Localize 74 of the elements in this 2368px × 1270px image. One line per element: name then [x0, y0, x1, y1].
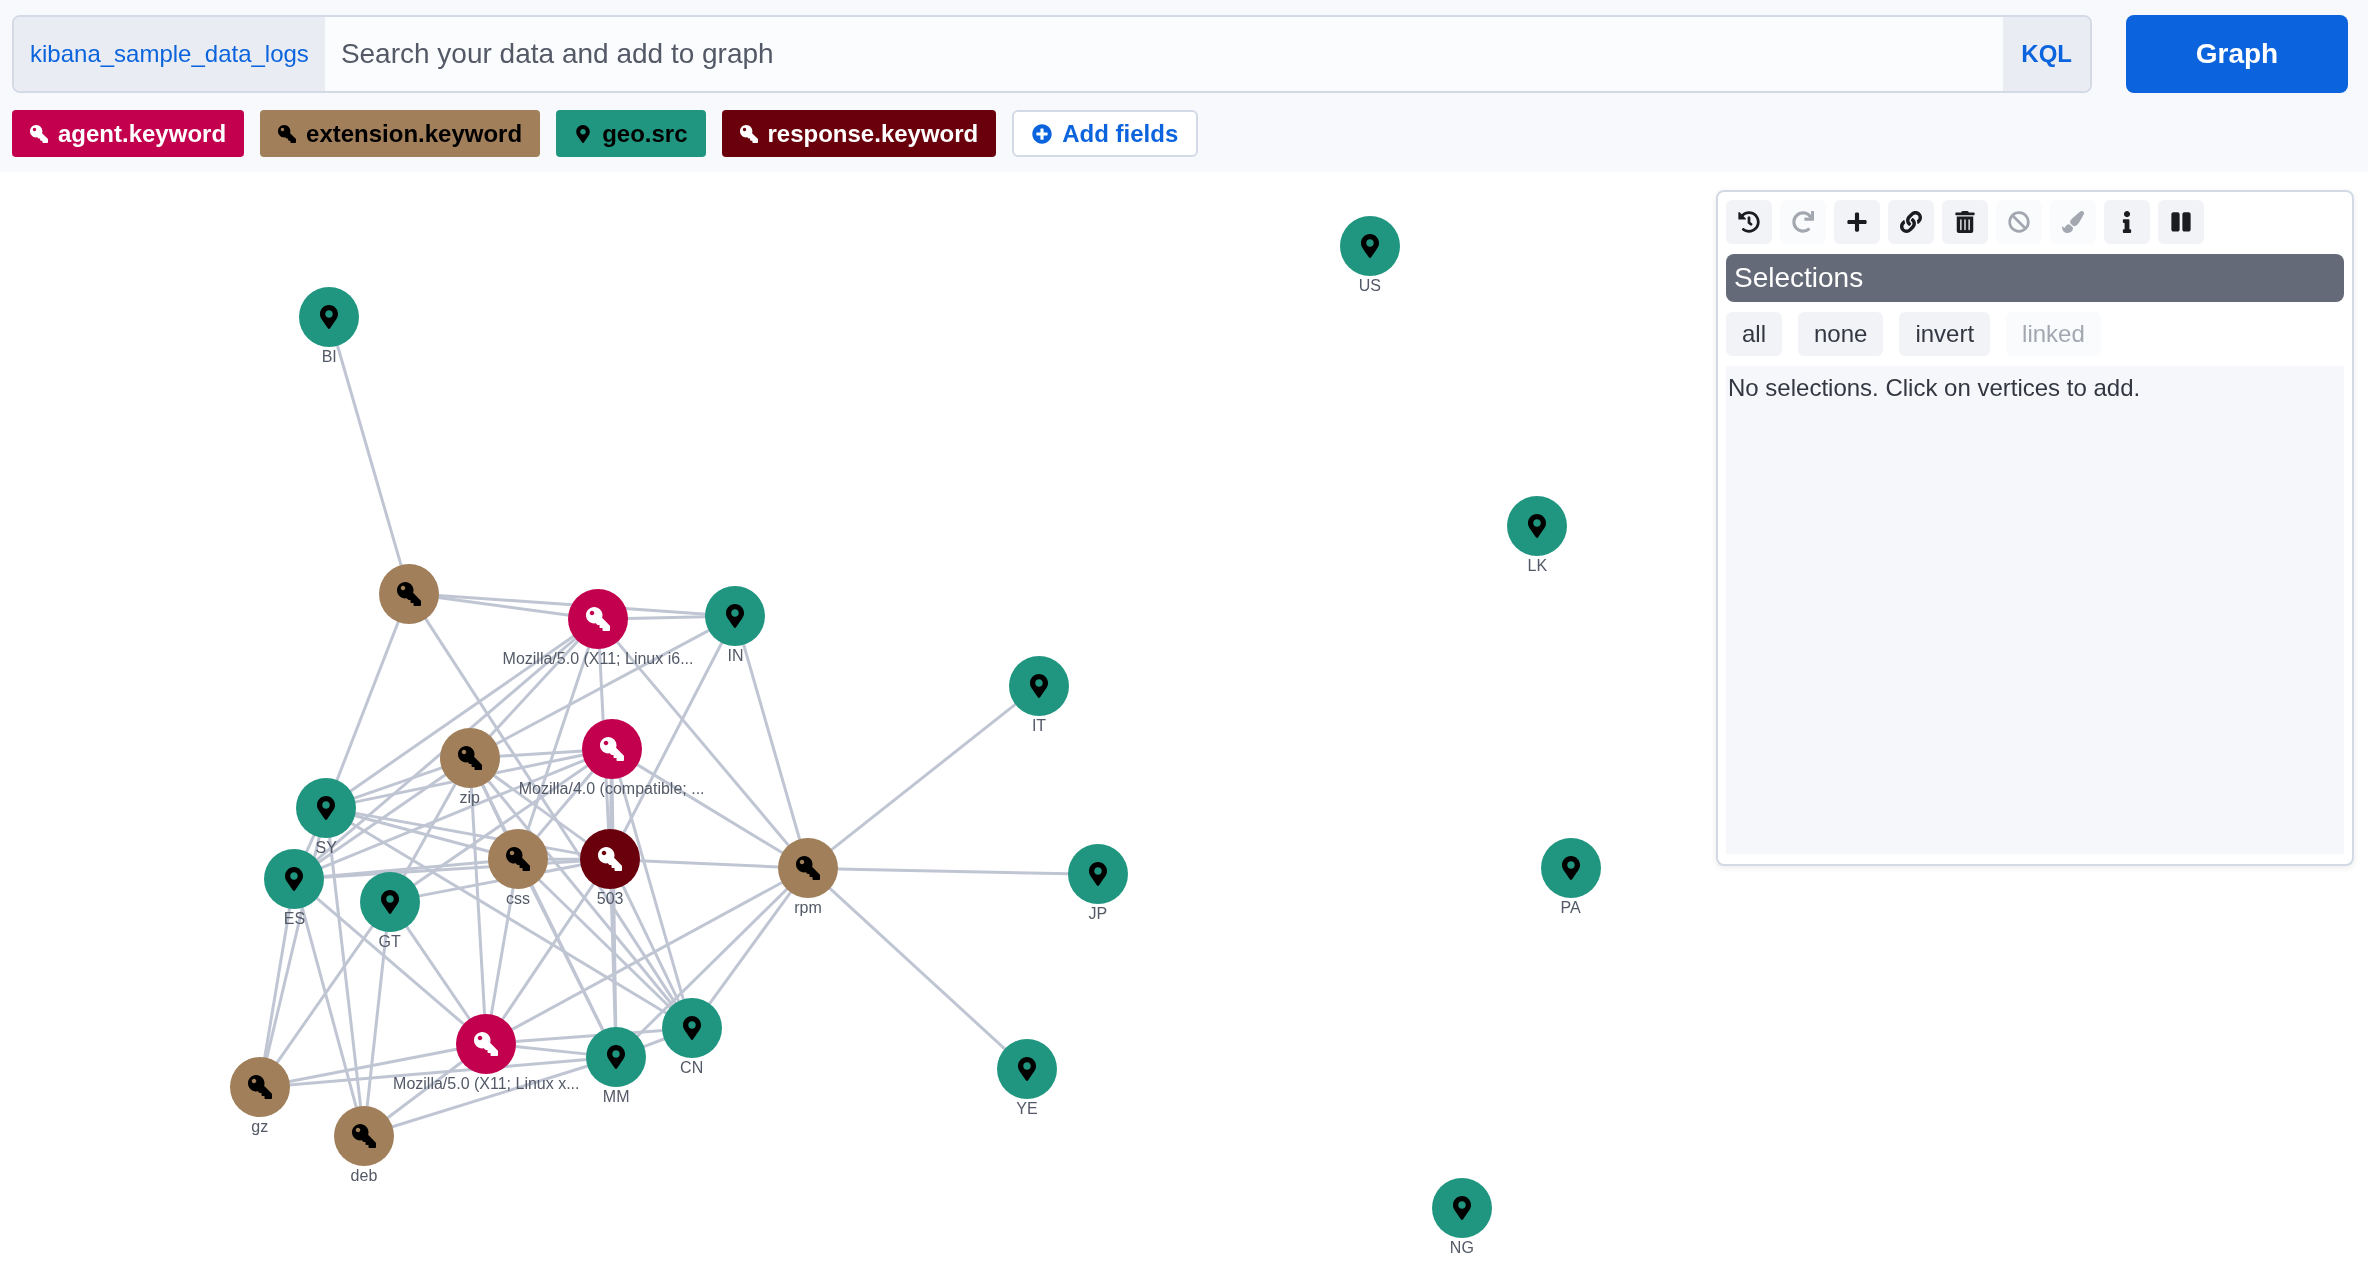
key-icon	[351, 1123, 376, 1148]
trash-icon	[1954, 211, 1976, 233]
node-label: US	[1358, 277, 1381, 296]
node-label: PA	[1560, 899, 1581, 918]
node-label: GT	[378, 932, 401, 951]
node-label: deb	[350, 1166, 378, 1185]
node-label: Mozilla/5.0 (X11; Linux x...	[393, 1074, 580, 1093]
link-icon	[1900, 211, 1922, 233]
pause-icon	[2170, 211, 2192, 233]
link-button[interactable]	[1888, 200, 1934, 244]
info-button[interactable]	[2104, 200, 2150, 244]
selection-button[interactable]: invert	[1899, 312, 1991, 356]
graph-node[interactable]	[488, 829, 548, 890]
node-label: NG	[1449, 1239, 1474, 1258]
graph-node[interactable]	[439, 728, 500, 789]
graph-node[interactable]	[581, 719, 642, 780]
node-label: IN	[727, 647, 744, 666]
selection-button[interactable]: none	[1798, 312, 1884, 356]
field-chip[interactable]: geo.src	[556, 110, 706, 157]
search-bar[interactable]: kibana_sample_data_logs Search your data and add to graph KQL	[12, 15, 2092, 93]
key-icon	[278, 124, 297, 143]
key-icon	[506, 847, 530, 872]
node-label: rpm	[794, 899, 822, 918]
graph-node[interactable]	[777, 838, 838, 899]
selection-button[interactable]: all	[1726, 312, 1782, 356]
key-icon	[474, 1031, 499, 1056]
add-fields-button[interactable]: Add fields	[1012, 110, 1199, 157]
node-label: JP	[1088, 905, 1108, 924]
field-chip[interactable]: agent.keyword	[12, 110, 245, 157]
node-label: zip	[459, 789, 480, 808]
node-label: css	[506, 890, 530, 909]
plus-icon	[1846, 211, 1868, 233]
key-icon	[586, 607, 611, 632]
map-pin-icon	[574, 124, 593, 143]
node-label: BI	[321, 348, 337, 367]
node-label: Mozilla/5.0 (X11; Linux i6...	[502, 650, 694, 669]
node-label: IT	[1031, 716, 1047, 735]
node-label: gz	[251, 1118, 269, 1137]
graph-button[interactable]: Graph	[2126, 15, 2348, 93]
node-label: ES	[283, 909, 306, 928]
node-label: SY	[315, 838, 337, 857]
key-icon	[30, 124, 48, 143]
key-icon	[795, 856, 820, 881]
key-icon	[247, 1075, 272, 1100]
undo-icon	[1738, 211, 1760, 233]
delete-button[interactable]	[1942, 200, 1988, 244]
key-icon	[599, 737, 624, 762]
node-label: LK	[1527, 556, 1548, 575]
node-label: 503	[596, 890, 624, 909]
field-chip[interactable]: response.keyword	[721, 110, 997, 157]
key-icon	[457, 746, 482, 771]
add-button[interactable]	[1834, 200, 1880, 244]
graph-node[interactable]	[586, 1027, 647, 1088]
key-icon	[397, 581, 422, 606]
node-label: CN	[680, 1059, 704, 1078]
selections-message: No selections. Click on vertices to add.	[1726, 366, 2344, 854]
graph-node[interactable]	[456, 1013, 517, 1074]
node-label: Mozilla/4.0 (compatible; ...	[518, 780, 705, 799]
ban-icon	[2008, 211, 2030, 233]
graph-node[interactable]	[580, 829, 641, 890]
panel-title: Selections	[1726, 254, 2344, 302]
index-pattern-button[interactable]: kibana_sample_data_logs	[14, 17, 325, 91]
query-language-button[interactable]: KQL	[2003, 17, 2090, 91]
graph-node[interactable]	[359, 871, 420, 932]
field-chip[interactable]: extension.keyword	[260, 110, 541, 157]
map-pin-icon	[1027, 673, 1051, 698]
redo-icon	[1792, 211, 1814, 233]
key-icon	[739, 124, 758, 143]
node-label: MM	[602, 1088, 630, 1107]
key-icon	[598, 847, 623, 872]
undo-button[interactable]	[1726, 200, 1772, 244]
pause-button[interactable]	[2158, 200, 2204, 244]
paintbrush-icon	[2062, 211, 2084, 233]
node-label: YE	[1016, 1100, 1038, 1119]
